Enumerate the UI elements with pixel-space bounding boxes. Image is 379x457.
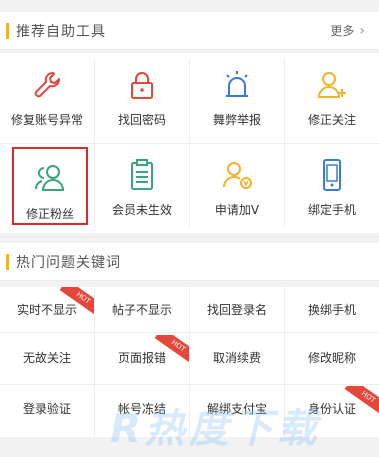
- keyword-item[interactable]: 找回登录名: [190, 287, 284, 331]
- alarm-icon: [226, 71, 248, 97]
- tool-bind-phone[interactable]: 绑定手机: [287, 145, 377, 227]
- keyword-label: 无故关注: [22, 350, 71, 365]
- section-accent-bar: [6, 253, 9, 270]
- more-link[interactable]: 更多 ›: [330, 22, 365, 39]
- tool-membership-inactive[interactable]: 会员未生效: [97, 145, 187, 227]
- keyword-item[interactable]: 无故关注: [0, 335, 94, 379]
- tools-grid: 修复账号异常 找回密码 舞弊举报 修正关注 修正粉丝 会员未生效 申请加V 绑定…: [0, 53, 379, 233]
- user-verify-icon: [223, 162, 252, 189]
- tools-section-title: 推荐自助工具: [16, 23, 106, 40]
- keywords-section-title: 热门问题关键词: [16, 254, 121, 271]
- tool-apply-verified[interactable]: 申请加V: [192, 145, 282, 227]
- tool-fraud-report[interactable]: 舞弊举报: [192, 55, 282, 137]
- keyword-label: 登录验证: [22, 401, 71, 416]
- user-add-icon: [317, 72, 346, 98]
- tool-label: 修复账号异常: [10, 113, 83, 127]
- watermark: R热度下载: [110, 406, 321, 452]
- keyword-item[interactable]: 换绑手机: [285, 287, 379, 331]
- keyword-label: 实时不显示: [16, 302, 77, 317]
- chevron-right-icon: ›: [359, 22, 365, 39]
- phone-icon: [323, 159, 341, 191]
- tool-repair-account[interactable]: 修复账号异常: [2, 55, 92, 137]
- keyword-label: 页面报错: [117, 350, 166, 365]
- lock-icon: [131, 72, 153, 99]
- keyword-item[interactable]: 修改昵称: [285, 335, 379, 379]
- divider: [284, 59, 285, 227]
- section-accent-bar: [6, 22, 9, 39]
- wrench-icon: [34, 72, 60, 98]
- keyword-label: 换绑手机: [307, 302, 356, 317]
- tool-label: 找回密码: [117, 113, 166, 127]
- tool-label: 会员未生效: [111, 203, 172, 217]
- keyword-item[interactable]: 页面报错 HOT: [95, 335, 189, 379]
- keywords-section-header: 热门问题关键词: [0, 243, 379, 281]
- divider: [189, 59, 190, 227]
- tool-fix-fans[interactable]: 修正粉丝: [12, 147, 88, 225]
- tool-label: 修正粉丝: [25, 207, 74, 221]
- keyword-label: 修改昵称: [307, 350, 356, 365]
- keyword-item[interactable]: 实时不显示 HOT: [0, 287, 94, 331]
- keyword-label: 取消续费: [212, 350, 261, 365]
- tools-section-header: 推荐自助工具 更多 ›: [0, 12, 379, 50]
- keyword-label: 找回登录名: [206, 302, 267, 317]
- more-label: 更多: [330, 24, 355, 38]
- keyword-item[interactable]: 登录验证: [0, 386, 94, 430]
- tool-label: 申请加V: [214, 203, 260, 217]
- users-icon: [35, 165, 65, 191]
- tool-label: 舞弊举报: [212, 113, 261, 127]
- keyword-item[interactable]: 帖子不显示: [95, 287, 189, 331]
- keyword-item[interactable]: 取消续费: [190, 335, 284, 379]
- clipboard-icon: [131, 159, 153, 190]
- tool-fix-follows[interactable]: 修正关注: [287, 55, 377, 137]
- divider: [94, 59, 95, 227]
- tool-find-password[interactable]: 找回密码: [97, 55, 187, 137]
- tool-label: 绑定手机: [307, 203, 356, 217]
- keyword-label: 帖子不显示: [111, 302, 172, 317]
- tool-label: 修正关注: [307, 113, 356, 127]
